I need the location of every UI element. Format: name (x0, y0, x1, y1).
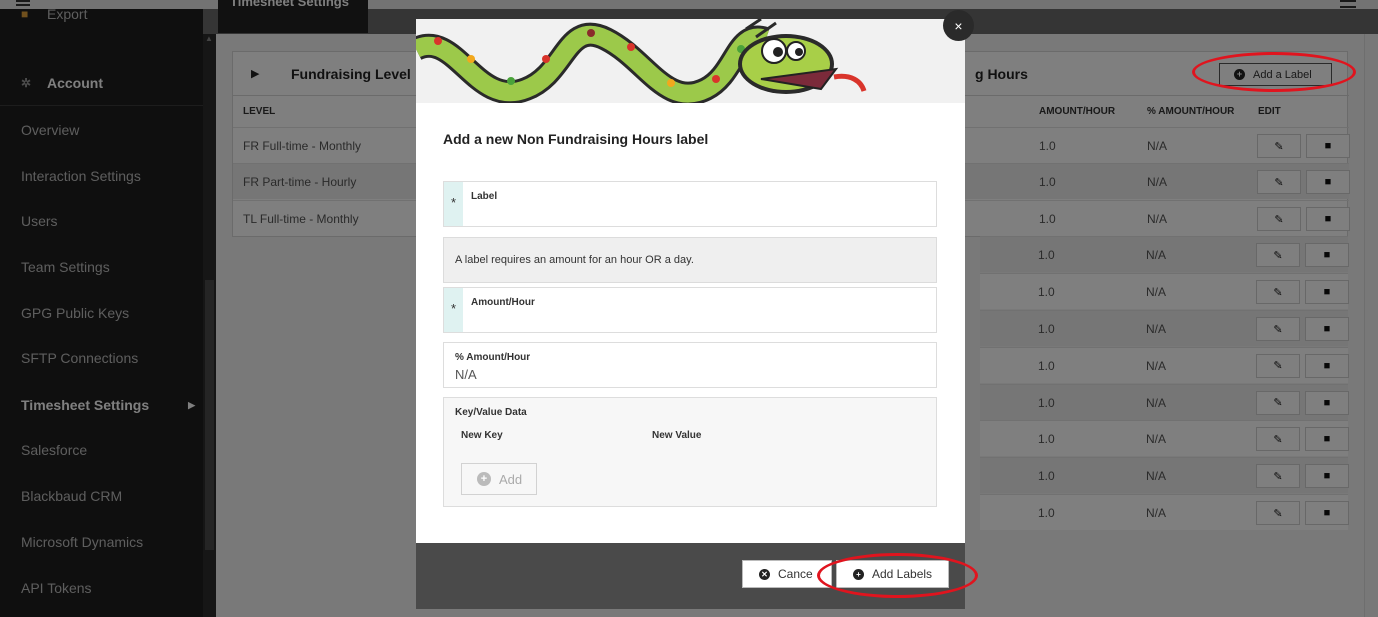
annotation-ellipse (817, 553, 978, 598)
kv-title: Key/Value Data (455, 407, 527, 418)
modal-title: Add a new Non Fundraising Hours label (443, 131, 709, 147)
amount-hour-label: Amount/Hour (471, 297, 535, 308)
required-marker: * (444, 182, 463, 226)
add-label-modal: Add a new Non Fundraising Hours label * … (416, 19, 965, 609)
new-value-header: New Value (652, 430, 702, 441)
button-label: Add (499, 471, 523, 487)
close-glyph: × (954, 17, 963, 34)
amount-hour-field[interactable]: * Amount/Hour (443, 287, 937, 333)
close-icon[interactable]: × (943, 10, 974, 41)
annotation-ellipse (1192, 52, 1356, 92)
pct-amount-hour-label: % Amount/Hour (455, 352, 531, 363)
button-label: Cance (778, 567, 813, 581)
dragon-banner-image (416, 19, 965, 103)
pct-amount-hour-value: N/A (455, 367, 477, 382)
x-circle-icon: ✕ (759, 568, 770, 580)
add-kv-button[interactable]: + Add (461, 463, 537, 495)
label-field[interactable]: * Label (443, 181, 937, 227)
required-marker: * (444, 288, 463, 332)
plus-circle-icon: + (477, 472, 491, 486)
label-field-label: Label (471, 191, 498, 202)
info-message: A label requires an amount for an hour O… (443, 237, 937, 283)
new-key-header: New Key (461, 430, 503, 441)
pct-amount-hour-field: % Amount/Hour N/A (443, 342, 937, 388)
key-value-section: Key/Value Data New Key New Value + Add (443, 397, 937, 507)
dragon-illustration (416, 19, 867, 103)
